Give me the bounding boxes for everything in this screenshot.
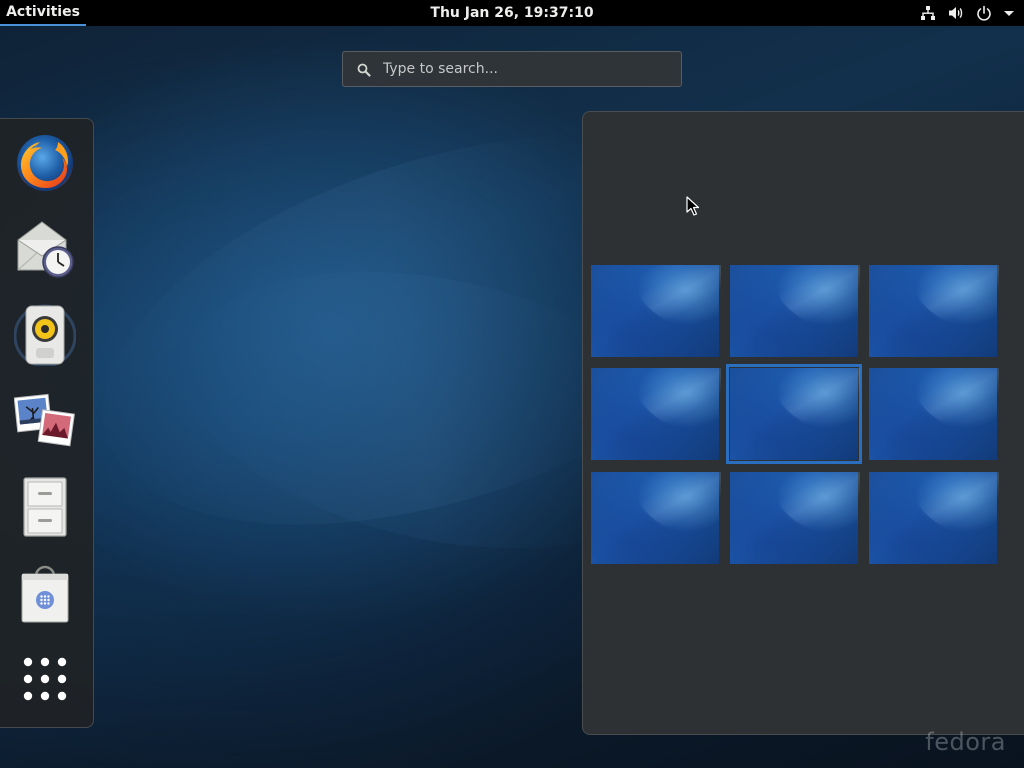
dash-item-software[interactable] (13, 563, 77, 627)
volume-icon (948, 5, 964, 21)
shotwell-icon (13, 390, 76, 456)
firefox-icon (14, 132, 76, 198)
dash-item-firefox[interactable] (13, 133, 77, 197)
workspace-thumbnail[interactable] (869, 472, 999, 564)
files-icon (14, 476, 76, 542)
dash-item-files[interactable] (13, 477, 77, 541)
rhythmbox-icon (13, 304, 77, 370)
dash-item-shotwell[interactable] (13, 391, 77, 455)
search-input[interactable] (383, 52, 673, 86)
workspace-switcher (582, 111, 1024, 735)
chevron-down-icon (1004, 8, 1014, 18)
workspace-thumbnail[interactable] (869, 265, 999, 357)
workspace-thumbnail-active[interactable] (726, 364, 862, 464)
search-entry (342, 51, 682, 87)
dash (0, 118, 94, 728)
workspace-thumbnail[interactable] (730, 265, 860, 357)
search-icon (357, 62, 371, 81)
show-applications-button[interactable] (13, 649, 77, 713)
power-icon (976, 5, 992, 21)
dash-item-rhythmbox[interactable] (13, 304, 77, 370)
workspace-thumbnail[interactable] (591, 472, 721, 564)
workspace-thumbnail[interactable] (591, 265, 721, 357)
show-applications-icon (23, 657, 67, 705)
workspace-thumbnail[interactable] (591, 368, 721, 460)
fedora-watermark: fedora (925, 728, 1006, 756)
evolution-icon (14, 218, 76, 284)
clock-button[interactable]: Thu Jan 26, 19:37:10 (430, 5, 593, 21)
system-menu[interactable] (920, 0, 1014, 26)
workspace-thumbnail[interactable] (730, 472, 860, 564)
clock: Thu Jan 26, 19:37:10 (0, 0, 1024, 26)
top-bar: Activities Thu Jan 26, 19:37:10 (0, 0, 1024, 26)
software-icon (14, 562, 76, 628)
network-wired-icon (920, 5, 936, 21)
dash-item-evolution[interactable] (13, 219, 77, 283)
mouse-pointer-icon (686, 196, 700, 220)
activities-button[interactable]: Activities (0, 0, 86, 26)
workspace-thumbnail[interactable] (869, 368, 999, 460)
